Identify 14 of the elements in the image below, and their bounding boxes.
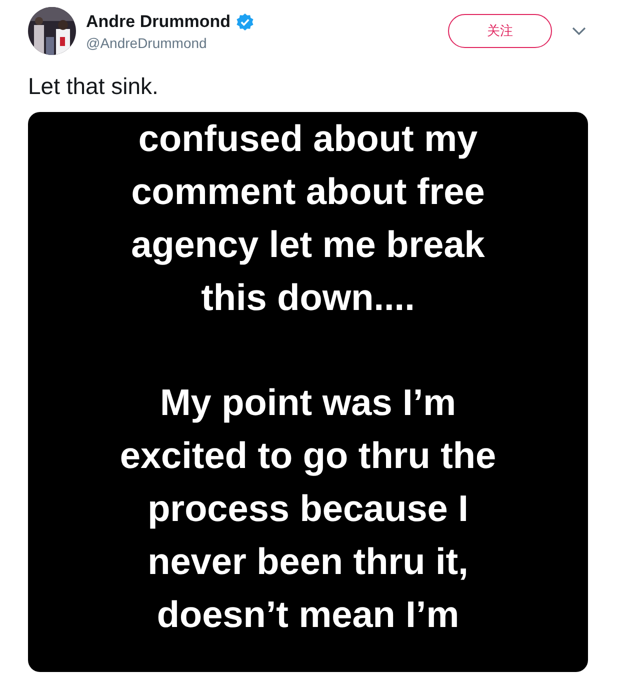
story-text-line: My point was I’m	[160, 381, 456, 425]
follow-button[interactable]: 关注	[448, 14, 552, 48]
story-text-line: doesn’t mean I’m	[156, 593, 460, 637]
story-text-line: comment about free	[131, 170, 485, 214]
story-text-line: process because I	[148, 487, 468, 531]
author-name[interactable]: Andre Drummond	[86, 12, 230, 32]
tweet-text: Let that sink.	[28, 72, 160, 101]
chevron-down-icon[interactable]	[572, 27, 586, 35]
story-text-line: confused about my	[138, 117, 478, 161]
story-text-line: this down....	[201, 276, 415, 320]
author-handle[interactable]: @AndreDrummond	[86, 34, 448, 50]
story-text-line: excited to go thru the	[120, 434, 496, 478]
story-text-line: never been thru it,	[148, 540, 468, 584]
story-text-line: agency let me break	[131, 223, 485, 267]
